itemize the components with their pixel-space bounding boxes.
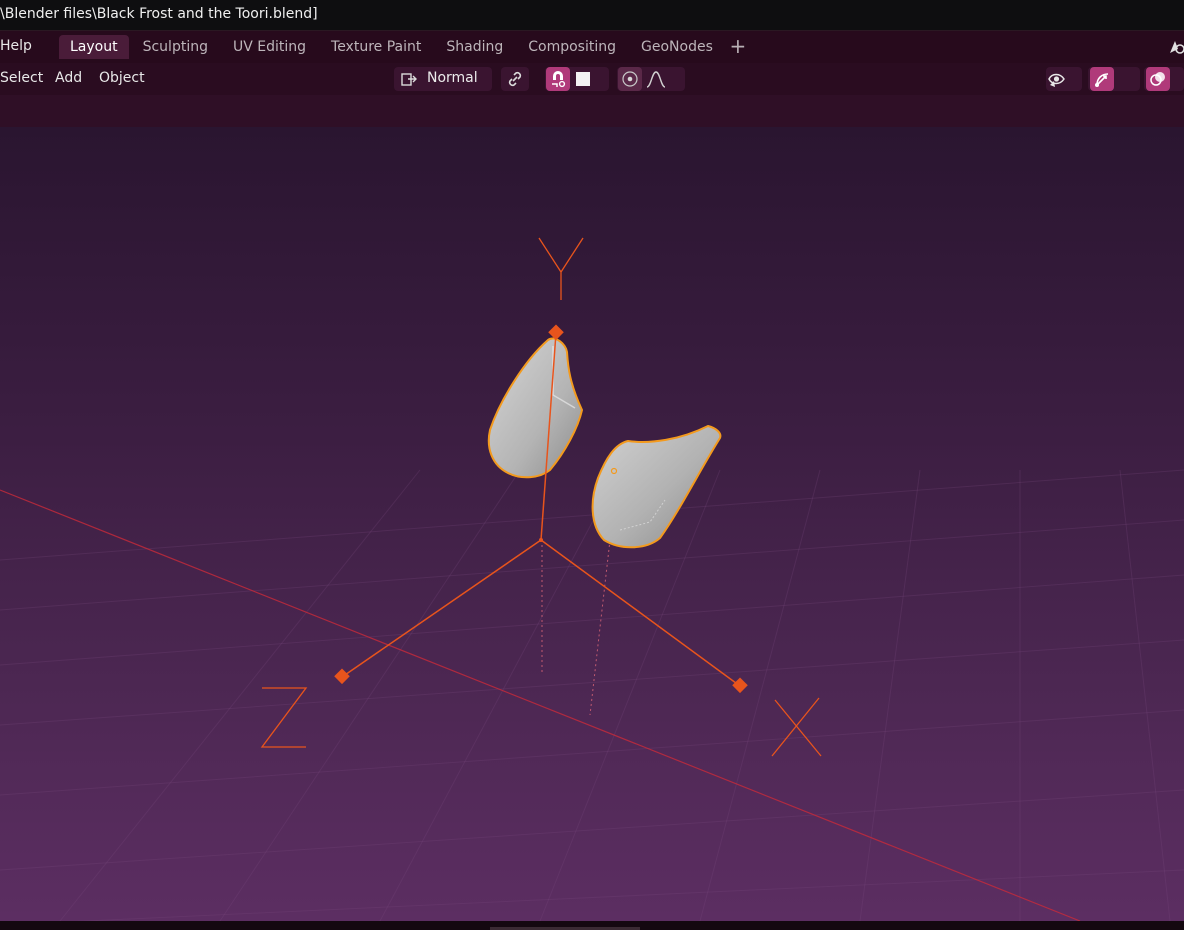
axis-z-label (260, 687, 308, 748)
select-menu[interactable]: Select (0, 70, 43, 86)
scene-icon[interactable] (1168, 37, 1184, 55)
overlay-icon (1150, 72, 1165, 86)
tab-texture-paint[interactable]: Texture Paint (320, 35, 432, 59)
object-menu[interactable]: Object (99, 70, 145, 86)
falloff-curve-icon[interactable] (646, 70, 668, 88)
gizmo-toggle-button[interactable] (1090, 67, 1114, 91)
proportional-edit-button[interactable] (618, 67, 642, 91)
transform-orientation-icon (401, 73, 417, 86)
axis-y-label (538, 237, 584, 300)
add-menu[interactable]: Add (55, 70, 82, 86)
tab-compositing[interactable]: Compositing (517, 35, 627, 59)
tab-geonodes[interactable]: GeoNodes (630, 35, 724, 59)
workspace-tabs: Layout Sculpting UV Editing Texture Pain… (59, 35, 749, 59)
top-menubar: Help Layout Sculpting UV Editing Texture… (0, 31, 1184, 63)
snap-toggle-button[interactable] (546, 67, 570, 91)
status-bar (0, 921, 1184, 930)
window-titlebar: \Blender files\Black Frost and the Toori… (0, 0, 1184, 31)
proportional-edit-icon (622, 71, 638, 87)
eye-icon (1048, 73, 1065, 87)
mesh-object-right[interactable] (591, 424, 722, 549)
x-axis-line (0, 489, 1081, 921)
overlay-toggle-button[interactable] (1146, 67, 1170, 91)
viewport-header: Select Add Object Normal (0, 63, 1184, 95)
pivot-point-button[interactable] (501, 67, 529, 91)
transform-orientation-dropdown[interactable]: Normal (394, 67, 492, 91)
viewport-scene (0, 237, 1184, 921)
square-icon[interactable] (576, 72, 590, 86)
tab-sculpting[interactable]: Sculpting (132, 35, 219, 59)
gizmo-icon (1095, 73, 1109, 87)
tab-layout[interactable]: Layout (59, 35, 129, 59)
visibility-dropdown[interactable] (1046, 67, 1082, 91)
tab-shading[interactable]: Shading (435, 35, 514, 59)
mesh-object-left[interactable] (487, 337, 584, 479)
plus-icon[interactable]: + (727, 35, 749, 59)
axis-x-label (771, 697, 822, 757)
3d-viewport[interactable] (0, 127, 1184, 921)
transform-orientation-value: Normal (427, 70, 478, 86)
gizmo-handle-z[interactable] (334, 668, 350, 685)
link-icon (508, 71, 522, 87)
tab-uv-editing[interactable]: UV Editing (222, 35, 317, 59)
help-menu[interactable]: Help (0, 38, 32, 54)
snap-magnet-icon (552, 71, 566, 88)
gizmo-handle-x[interactable] (732, 677, 748, 694)
tool-settings-bar (0, 95, 1184, 127)
window-title: \Blender files\Black Frost and the Toori… (0, 6, 318, 22)
gizmo-center (539, 538, 543, 542)
